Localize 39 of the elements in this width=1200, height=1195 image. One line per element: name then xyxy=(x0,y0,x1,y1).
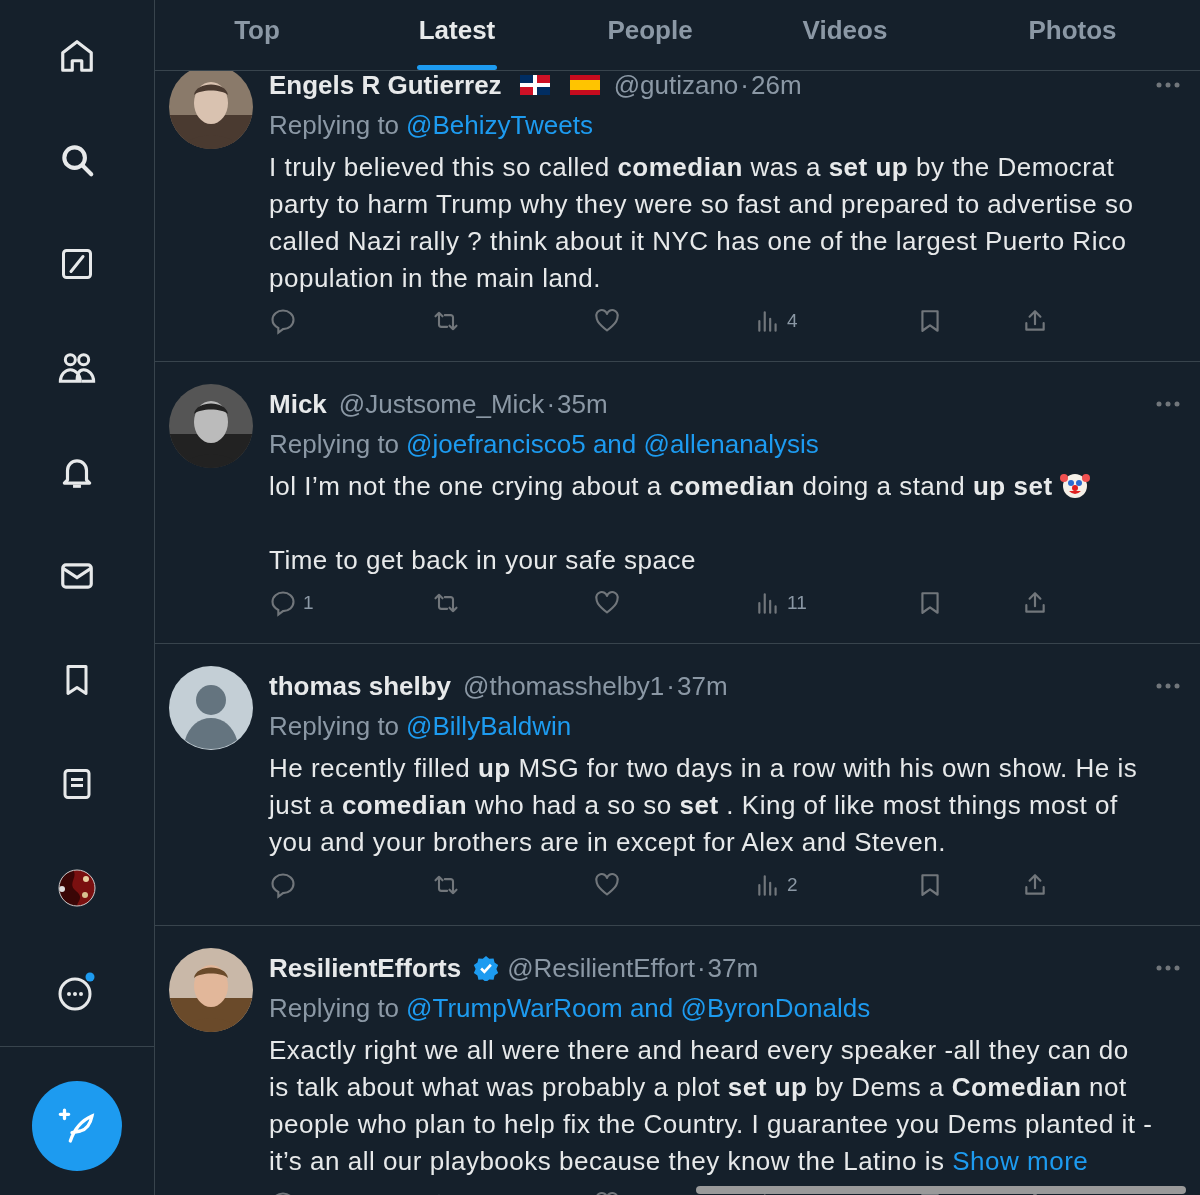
view-count: 11 xyxy=(787,592,807,614)
tweet-text: Exactly right we all were there and heard every speaker -all they can do is talk about what was probably a plot set up by Dems a Comedian not people who plan to help fix the Country. I guarantee you Dems planted it - it’s an all our playbooks because they know the Latino is Show more xyxy=(269,1034,1154,1178)
user-handle[interactable]: @ResilientEffort xyxy=(507,952,695,984)
replying-label: Replying to xyxy=(269,109,400,141)
mention-link[interactable]: @joefrancisco5 and @allenanalysis xyxy=(406,428,819,460)
user-handle[interactable]: @Justsome_Mick xyxy=(338,388,545,420)
show-more-link[interactable]: Show more xyxy=(952,1146,1089,1176)
tab[interactable]: Photos xyxy=(945,0,1200,70)
separator-dot: · xyxy=(740,71,749,101)
tweet-text: lol I’m not the one crying about a comedian doing a stand up set xyxy=(269,468,1154,505)
user-handle[interactable]: @thomasshelby1 xyxy=(463,670,665,702)
mention-link[interactable]: @TrumpWarRoom and @ByronDonalds xyxy=(406,992,871,1024)
tab[interactable]: Videos xyxy=(745,0,945,70)
replying-label: Replying to xyxy=(269,428,400,460)
user-handle[interactable]: @gutizano xyxy=(613,71,739,101)
replying-label: Replying to xyxy=(269,992,400,1024)
tab[interactable]: People xyxy=(555,0,745,70)
user-name[interactable]: ResilientEfforts xyxy=(269,952,462,984)
reply-count: 1 xyxy=(303,592,314,614)
replying-label: Replying to xyxy=(269,710,400,742)
mention-link[interactable]: @BehizyTweets xyxy=(406,109,593,141)
view-count: 2 xyxy=(787,874,798,896)
tab[interactable]: Latest xyxy=(359,0,555,70)
timestamp[interactable]: 26m xyxy=(751,71,802,101)
view-count: 4 xyxy=(787,310,798,332)
separator-dot: · xyxy=(666,670,675,702)
user-name[interactable]: Mick xyxy=(269,388,327,420)
user-name[interactable]: Engels R Gutierrez xyxy=(269,71,502,101)
timestamp[interactable]: 37m xyxy=(707,952,759,984)
separator-dot: · xyxy=(696,952,706,984)
mention-link[interactable]: @BillyBaldwin xyxy=(406,710,572,742)
tweet-text: Time to get back in your safe space xyxy=(269,544,697,577)
tab[interactable]: Top xyxy=(155,0,359,70)
user-name[interactable]: thomas shelby xyxy=(269,670,452,702)
timestamp[interactable]: 37m xyxy=(677,670,728,702)
tweet-text: I truly believed this so called comedian was a set up by the Democrat party to harm Trump why they were so fast and prepared to advertise so called Nazi rally ? think about it NYC has one of the largest Puerto Rico population in the main land. xyxy=(269,151,1135,295)
timestamp[interactable]: 35m xyxy=(557,388,608,420)
tweet-text: He recently filled up MSG for two days in a row with his own show. He is just a comedian who had a so so set . King of like most things most of you and your brothers are in except for Alex and Steven. xyxy=(269,752,1139,859)
separator-dot: · xyxy=(546,388,556,420)
